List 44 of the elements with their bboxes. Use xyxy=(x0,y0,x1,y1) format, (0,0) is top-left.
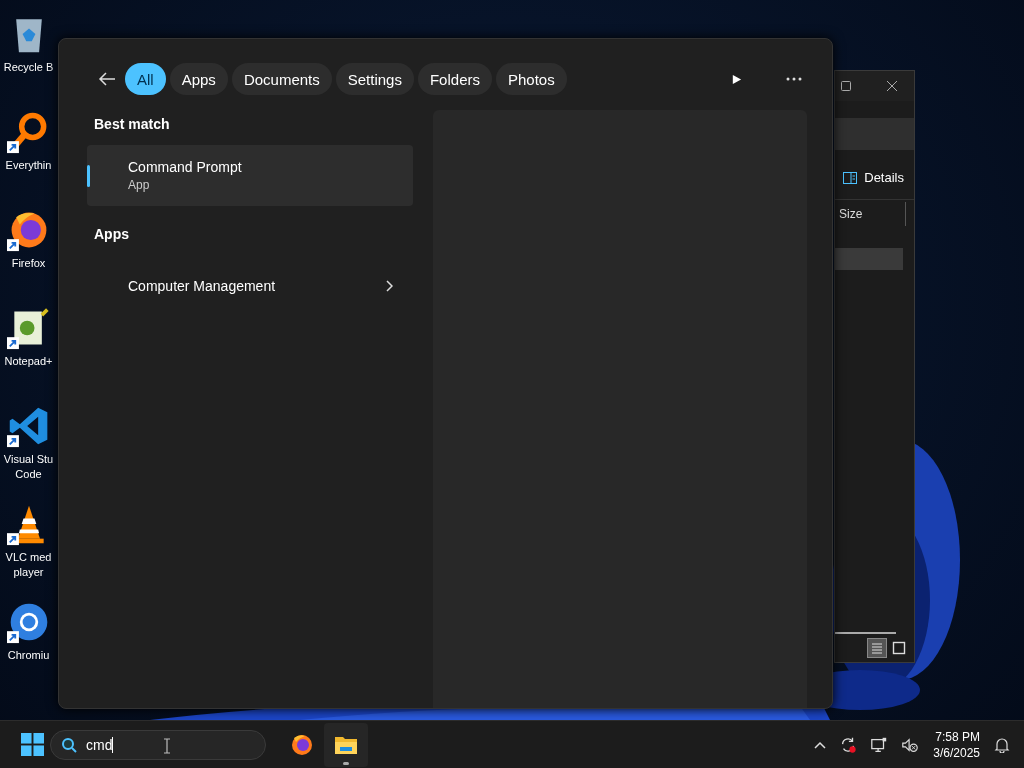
notification-bell-icon[interactable] xyxy=(994,736,1010,753)
firefox-icon xyxy=(290,732,314,757)
network-icon[interactable] xyxy=(870,735,889,754)
column-header[interactable]: Size xyxy=(839,202,906,226)
notepad-icon[interactable] xyxy=(6,306,51,350)
filter-chip[interactable]: All xyxy=(125,63,166,95)
list-icon xyxy=(870,641,884,655)
square-icon xyxy=(892,641,906,655)
desktop-icon-label[interactable]: Chromiu xyxy=(7,648,50,663)
filter-chip[interactable]: Photos xyxy=(496,63,567,95)
sync-icon[interactable] xyxy=(839,735,858,754)
scrollbar[interactable] xyxy=(835,632,896,634)
clock[interactable]: 7:58 PM 3/6/2025 xyxy=(933,728,980,761)
desktop-icon-label[interactable]: Recycle B xyxy=(3,60,54,75)
volume-muted-icon[interactable] xyxy=(901,735,920,754)
close-icon[interactable] xyxy=(886,80,898,92)
desktop-icon-label[interactable]: Firefox xyxy=(11,256,46,271)
more-icon xyxy=(786,77,802,81)
filter-chip[interactable]: Settings xyxy=(335,63,414,95)
result-title: Command Prompt xyxy=(128,159,243,175)
filter-chip[interactable]: Documents xyxy=(231,63,332,95)
chevron-right-icon[interactable] xyxy=(385,279,393,292)
details-pane-icon xyxy=(843,171,858,184)
chevron-up-icon[interactable] xyxy=(814,740,827,749)
desktop-icon-label[interactable]: VLC med player xyxy=(5,550,52,580)
result-item[interactable]: Computer Management xyxy=(87,255,413,316)
taskbar-app-button[interactable] xyxy=(324,722,368,767)
maximize-icon[interactable] xyxy=(840,80,852,92)
search-icon xyxy=(61,736,77,753)
section-heading: Best match xyxy=(93,115,171,134)
result-title: Computer Management xyxy=(128,277,277,294)
play-icon xyxy=(730,73,742,85)
desktop-icon-label[interactable]: Everythin xyxy=(5,158,52,173)
start-icon[interactable] xyxy=(21,733,44,756)
filter-chip[interactable]: Folders xyxy=(417,63,492,95)
result-type: App xyxy=(128,178,151,192)
search-field[interactable]: cmd xyxy=(50,729,266,760)
desktop-icon-label[interactable]: Visual Stu Code xyxy=(3,452,54,482)
details-button[interactable]: Details xyxy=(843,170,904,185)
desktop-icon-label[interactable]: Notepad+ xyxy=(4,354,53,369)
result-item[interactable]: Command Prompt App xyxy=(87,145,413,206)
filter-chip[interactable]: Apps xyxy=(169,63,228,95)
text-cursor-icon xyxy=(163,737,171,754)
section-heading: Apps xyxy=(93,225,130,244)
